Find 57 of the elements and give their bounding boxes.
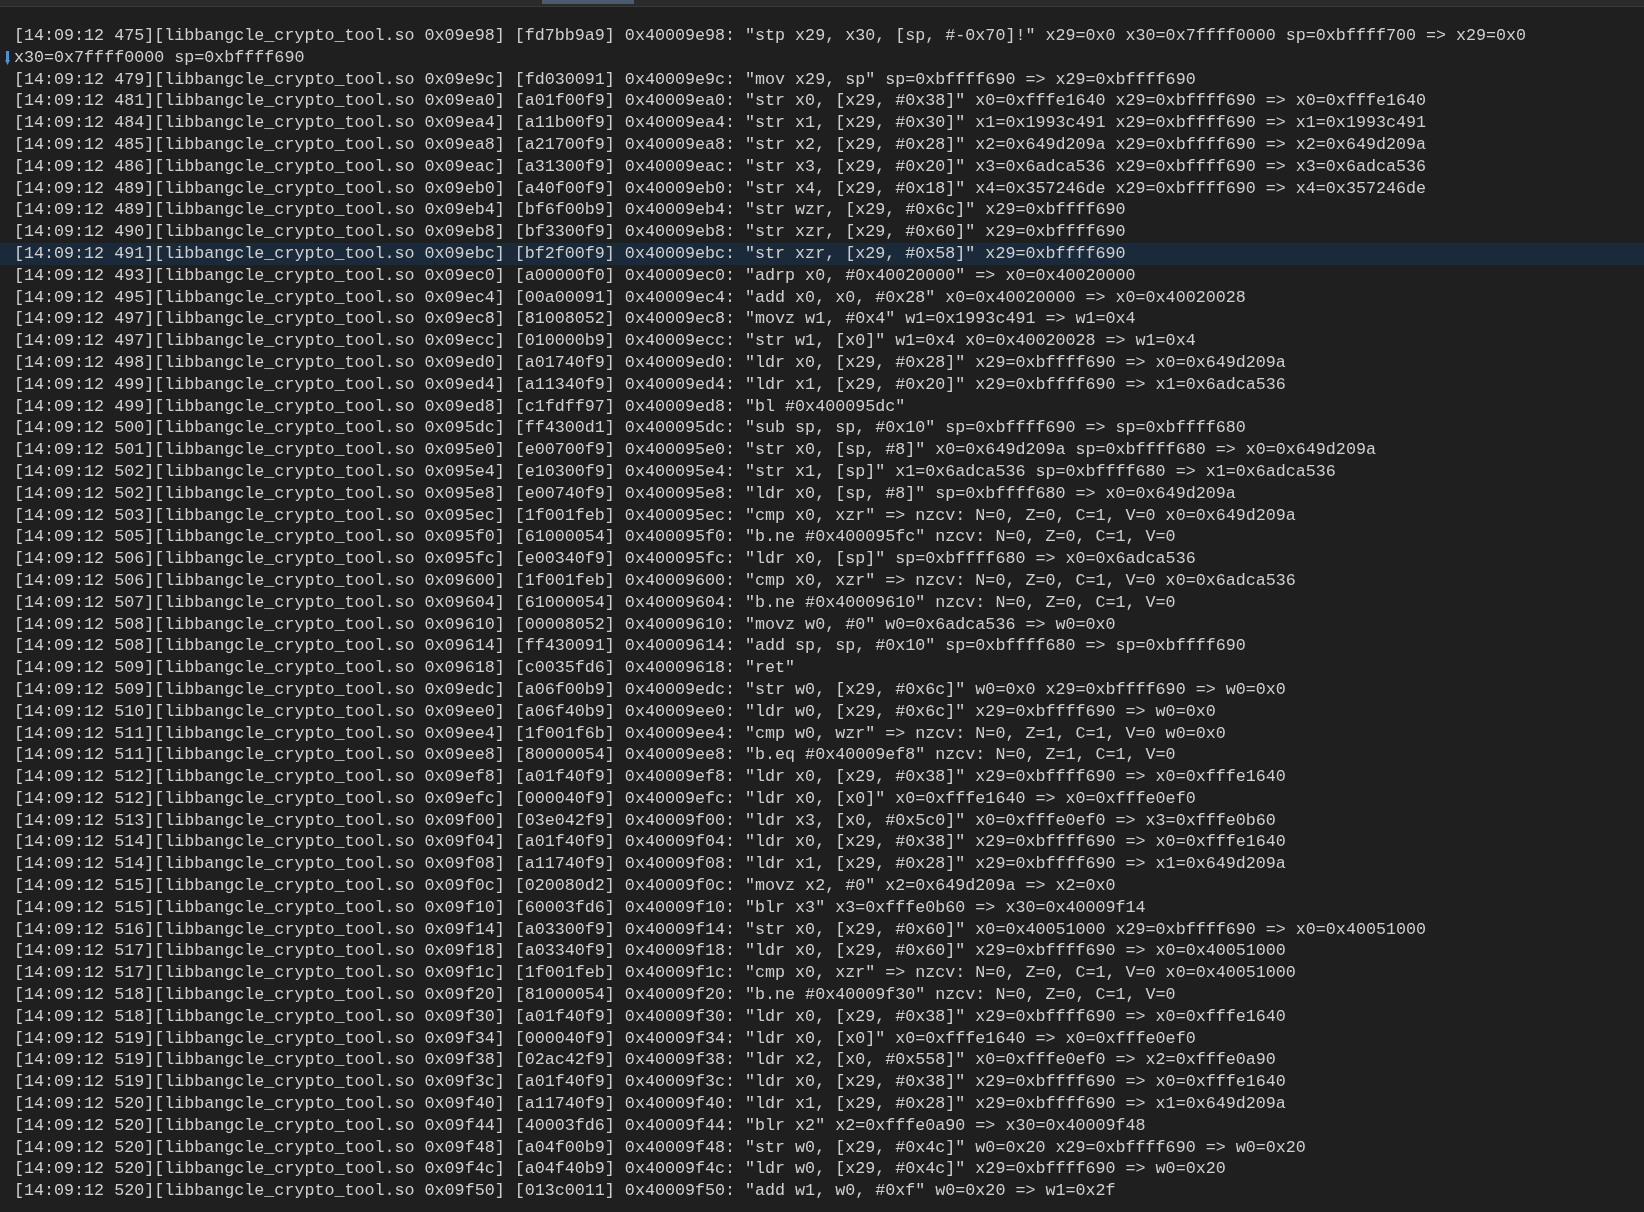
- log-line: [14:09:12 518][libbangcle_crypto_tool.so 0x09f30] [a01f40f9] 0x40009f30: "ldr x0, [x29, #0x38]" x29=0xbffff690 => x0=0xfffe1640: [14, 1005, 1286, 1028]
- log-line: [14:09:12 510][libbangcle_crypto_tool.so 0x09ee0] [a06f40b9] 0x40009ee0: "ldr w0, [x29, #0x6c]" x29=0xbffff690 => w0=0x0: [14, 700, 1216, 723]
- log-line-continuation: x30=0x7ffff0000 sp=0xbffff690: [14, 46, 305, 69]
- horizontal-scrollbar[interactable]: [0, 0, 1644, 7]
- log-line: [14:09:12 520][libbangcle_crypto_tool.so 0x09f50] [013c0011] 0x40009f50: "add w1, w0, #0xf" w0=0x20 => w1=0x2f: [14, 1180, 1116, 1203]
- log-line: [14:09:12 498][libbangcle_crypto_tool.so 0x09ed0] [a01740f9] 0x40009ed0: "ldr x0, [x29, #0x28]" x29=0xbffff690 => x0=0x649d209a: [14, 351, 1286, 374]
- scrollbar-thumb[interactable]: [542, 0, 634, 4]
- log-line: [14:09:12 508][libbangcle_crypto_tool.so 0x09614] [ff430091] 0x40009614: "add sp, sp, #0x10" sp=0xbffff680 => sp=0xbffff690: [14, 635, 1246, 658]
- log-line: [14:09:12 497][libbangcle_crypto_tool.so 0x09ec8] [81008052] 0x40009ec8: "movz w1, #0x4" w1=0x1993c491 => w1=0x4: [14, 308, 1136, 331]
- log-line: [14:09:12 520][libbangcle_crypto_tool.so 0x09f40] [a11740f9] 0x40009f40: "ldr x1, [x29, #0x28]" x29=0xbffff690 => x1=0x649d209a: [14, 1093, 1286, 1115]
- log-line: [14:09:12 519][libbangcle_crypto_tool.so 0x09f38] [02ac42f9] 0x40009f38: "ldr x2, [x0, #0x558]" x0=0xfffe0ef0 => x2=0xfffe0a90: [14, 1049, 1276, 1072]
- log-line: [14:09:12 491][libbangcle_crypto_tool.so 0x09ebc] [bf2f00f9] 0x40009ebc: "str xzr, [x29, #0x58]" x29=0xbffff690: [14, 242, 1126, 265]
- log-line: [14:09:12 501][libbangcle_crypto_tool.so 0x095e0] [e00700f9] 0x400095e0: "str x0, [sp, #8]" x0=0x649d209a sp=0xbffff680 => x0=0x649d209a: [14, 439, 1376, 461]
- log-line: [14:09:12 520][libbangcle_crypto_tool.so 0x09f4c] [a04f40b9] 0x40009f4c: "ldr w0, [x29, #0x4c]" x29=0xbffff690 => w0=0x20: [14, 1158, 1226, 1181]
- log-line: [14:09:12 495][libbangcle_crypto_tool.so 0x09ec4] [00a00091] 0x40009ec4: "add x0, x0, #0x28" x0=0x40020000 => x0=0x40020028: [14, 286, 1246, 309]
- log-line: [14:09:12 520][libbangcle_crypto_tool.so 0x09f48] [a04f00b9] 0x40009f48: "str w0, [x29, #0x4c]" w0=0x20 x29=0xbffff690 => w0=0x20: [14, 1136, 1306, 1159]
- log-line: [14:09:12 499][libbangcle_crypto_tool.so 0x09ed4] [a11340f9] 0x40009ed4: "ldr x1, [x29, #0x20]" x29=0xbffff690 => x1=0x6adca536: [14, 373, 1286, 396]
- log-line: [14:09:12 507][libbangcle_crypto_tool.so 0x09604] [61000054] 0x40009604: "b.ne #0x40009610" nzcv: N=0, Z=0, C=1, V=0: [14, 591, 1176, 614]
- log-line: [14:09:12 513][libbangcle_crypto_tool.so 0x09f00] [03e042f9] 0x40009f00: "ldr x3, [x0, #0x5c0]" x0=0xfffe0ef0 => x3=0xfffe0b60: [14, 809, 1276, 832]
- log-line: [14:09:12 518][libbangcle_crypto_tool.so 0x09f20] [81000054] 0x40009f20: "b.ne #0x40009f30" nzcv: N=0, Z=0, C=1, V=0: [14, 984, 1176, 1006]
- log-line: [14:09:12 511][libbangcle_crypto_tool.so 0x09ee4] [1f001f6b] 0x40009ee4: "cmp w0, wzr" => nzcv: N=0, Z=1, C=1, V=0 w0=0x0: [14, 722, 1226, 745]
- log-line: [14:09:12 511][libbangcle_crypto_tool.so 0x09ee8] [80000054] 0x40009ee8: "b.eq #0x40009ef8" nzcv: N=0, Z=1, C=1, V=0: [14, 744, 1176, 767]
- log-line: [14:09:12 503][libbangcle_crypto_tool.so 0x095ec] [1f001feb] 0x400095ec: "cmp x0, xzr" => nzcv: N=0, Z=0, C=1, V=0 x0=0x649d209a: [14, 504, 1296, 527]
- log-line: [14:09:12 489][libbangcle_crypto_tool.so 0x09eb0] [a40f00f9] 0x40009eb0: "str x4, [x29, #0x18]" x4=0x357246de x29=0xbffff690 => x4=0x357246de: [14, 177, 1426, 200]
- log-line: [14:09:12 514][libbangcle_crypto_tool.so 0x09f08] [a11740f9] 0x40009f08: "ldr x1, [x29, #0x28]" x29=0xbffff690 => x1=0x649d209a: [14, 853, 1286, 876]
- log-line: [14:09:12 485][libbangcle_crypto_tool.so 0x09ea8] [a21700f9] 0x40009ea8: "str x2, [x29, #0x28]" x2=0x649d209a x29=0xbffff690 => x2=0x649d209a: [14, 134, 1426, 156]
- log-line: [14:09:12 499][libbangcle_crypto_tool.so 0x09ed8] [c1fdff97] 0x40009ed8: "bl #0x400095dc": [14, 395, 906, 418]
- log-line: [14:09:12 519][libbangcle_crypto_tool.so 0x09f34] [000040f9] 0x40009f34: "ldr x0, [x0]" x0=0xfffe1640 => x0=0xfffe0ef0: [14, 1027, 1196, 1050]
- log-line: [14:09:12 506][libbangcle_crypto_tool.so 0x095fc] [e00340f9] 0x400095fc: "ldr x0, [sp]" sp=0xbffff680 => x0=0x6adca536: [14, 548, 1196, 570]
- log-line: [14:09:12 516][libbangcle_crypto_tool.so 0x09f14] [a03300f9] 0x40009f14: "str x0, [x29, #0x60]" x0=0x40051000 x29=0xbffff690 => x0=0x40051000: [14, 918, 1426, 941]
- log-line: [14:09:12 490][libbangcle_crypto_tool.so 0x09eb8] [bf3300f9] 0x40009eb8: "str xzr, [x29, #0x60]" x29=0xbffff690: [14, 221, 1126, 243]
- log-line: [14:09:12 493][libbangcle_crypto_tool.so 0x09ec0] [a00000f0] 0x40009ec0: "adrp x0, #0x40020000" => x0=0x40020000: [14, 264, 1136, 287]
- log-line: [14:09:12 520][libbangcle_crypto_tool.so 0x09f44] [40003fd6] 0x40009f44: "blr x2" x2=0xfffe0a90 => x30=0x40009f48: [14, 1114, 1146, 1137]
- log-line: [14:09:12 506][libbangcle_crypto_tool.so 0x09600] [1f001feb] 0x40009600: "cmp x0, xzr" => nzcv: N=0, Z=0, C=1, V=0 x0=0x6adca536: [14, 569, 1296, 592]
- log-line: [14:09:12 512][libbangcle_crypto_tool.so 0x09efc] [000040f9] 0x40009efc: "ldr x0, [x0]" x0=0xfffe1640 => x0=0xfffe0ef0: [14, 787, 1196, 810]
- log-line: [14:09:12 500][libbangcle_crypto_tool.so 0x095dc] [ff4300d1] 0x400095dc: "sub sp, sp, #0x10" sp=0xbffff690 => sp=0xbffff680: [14, 417, 1246, 440]
- log-line: [14:09:12 481][libbangcle_crypto_tool.so 0x09ea0] [a01f00f9] 0x40009ea0: "str x0, [x29, #0x38]" x0=0xfffe1640 x29=0xbffff690 => x0=0xfffe1640: [14, 90, 1426, 113]
- log-line: [14:09:12 502][libbangcle_crypto_tool.so 0x095e8] [e00740f9] 0x400095e8: "ldr x0, [sp, #8]" sp=0xbffff680 => x0=0x649d209a: [14, 482, 1236, 505]
- log-line: [14:09:12 512][libbangcle_crypto_tool.so 0x09ef8] [a01f40f9] 0x40009ef8: "ldr x0, [x29, #0x38]" x29=0xbffff690 => x0=0xfffe1640: [14, 766, 1286, 788]
- log-line: [14:09:12 486][libbangcle_crypto_tool.so 0x09eac] [a31300f9] 0x40009eac: "str x3, [x29, #0x20]" x3=0x6adca536 x29=0xbffff690 => x3=0x6adca536: [14, 155, 1426, 178]
- log-line: [14:09:12 517][libbangcle_crypto_tool.so 0x09f18] [a03340f9] 0x40009f18: "ldr x0, [x29, #0x60]" x29=0xbffff690 => x0=0x40051000: [14, 940, 1286, 963]
- log-line: [14:09:12 505][libbangcle_crypto_tool.so 0x095f0] [61000054] 0x400095f0: "b.ne #0x400095fc" nzcv: N=0, Z=0, C=1, V=0: [14, 526, 1176, 549]
- log-line: [14:09:12 508][libbangcle_crypto_tool.so 0x09610] [00008052] 0x40009610: "movz w0, #0" w0=0x6adca536 => w0=0x0: [14, 613, 1116, 636]
- log-line: [14:09:12 475][libbangcle_crypto_tool.so 0x09e98] [fd7bb9a9] 0x40009e98: "stp x29, x30, [sp, #-0x70]!" x29=0x0 x30=0x7ffff0000 sp=0xbffff700 => x29=0x0: [14, 25, 1527, 47]
- log-line: [14:09:12 479][libbangcle_crypto_tool.so 0x09e9c] [fd030091] 0x40009e9c: "mov x29, sp" sp=0xbffff690 => x29=0xbffff690: [14, 68, 1196, 91]
- log-line: [14:09:12 519][libbangcle_crypto_tool.so 0x09f3c] [a01f40f9] 0x40009f3c: "ldr x0, [x29, #0x38]" x29=0xbffff690 => x0=0xfffe1640: [14, 1071, 1286, 1094]
- wrap-marker-icon: [4, 50, 10, 65]
- log-line: [14:09:12 514][libbangcle_crypto_tool.so 0x09f04] [a01f40f9] 0x40009f04: "ldr x0, [x29, #0x38]" x29=0xbffff690 => x0=0xfffe1640: [14, 831, 1286, 854]
- log-line: [14:09:12 489][libbangcle_crypto_tool.so 0x09eb4] [bf6f00b9] 0x40009eb4: "str wzr, [x29, #0x6c]" x29=0xbffff690: [14, 199, 1126, 222]
- log-line: [14:09:12 515][libbangcle_crypto_tool.so 0x09f10] [60003fd6] 0x40009f10: "blr x3" x3=0xfffe0b60 => x30=0x40009f14: [14, 896, 1146, 919]
- log-line: [14:09:12 517][libbangcle_crypto_tool.so 0x09f1c] [1f001feb] 0x40009f1c: "cmp x0, xzr" => nzcv: N=0, Z=0, C=1, V=0 x0=0x40051000: [14, 962, 1296, 985]
- log-line: [14:09:12 515][libbangcle_crypto_tool.so 0x09f0c] [020080d2] 0x40009f0c: "movz x2, #0" x2=0x649d209a => x2=0x0: [14, 875, 1116, 897]
- log-line: [14:09:12 502][libbangcle_crypto_tool.so 0x095e4] [e10300f9] 0x400095e4: "str x1, [sp]" x1=0x6adca536 sp=0xbffff680 => x1=0x6adca536: [14, 460, 1336, 483]
- log-line: [14:09:12 509][libbangcle_crypto_tool.so 0x09618] [c0035fd6] 0x40009618: "ret": [14, 657, 796, 679]
- log-line: [14:09:12 509][libbangcle_crypto_tool.so 0x09edc] [a06f00b9] 0x40009edc: "str w0, [x29, #0x6c]" w0=0x0 x29=0xbffff690 => w0=0x0: [14, 678, 1286, 701]
- log-line: [14:09:12 497][libbangcle_crypto_tool.so 0x09ecc] [010000b9] 0x40009ecc: "str w1, [x0]" w1=0x4 x0=0x40020028 => w1=0x4: [14, 330, 1196, 352]
- log-line: [14:09:12 484][libbangcle_crypto_tool.so 0x09ea4] [a11b00f9] 0x40009ea4: "str x1, [x29, #0x30]" x1=0x1993c491 x29=0xbffff690 => x1=0x1993c491: [14, 112, 1426, 134]
